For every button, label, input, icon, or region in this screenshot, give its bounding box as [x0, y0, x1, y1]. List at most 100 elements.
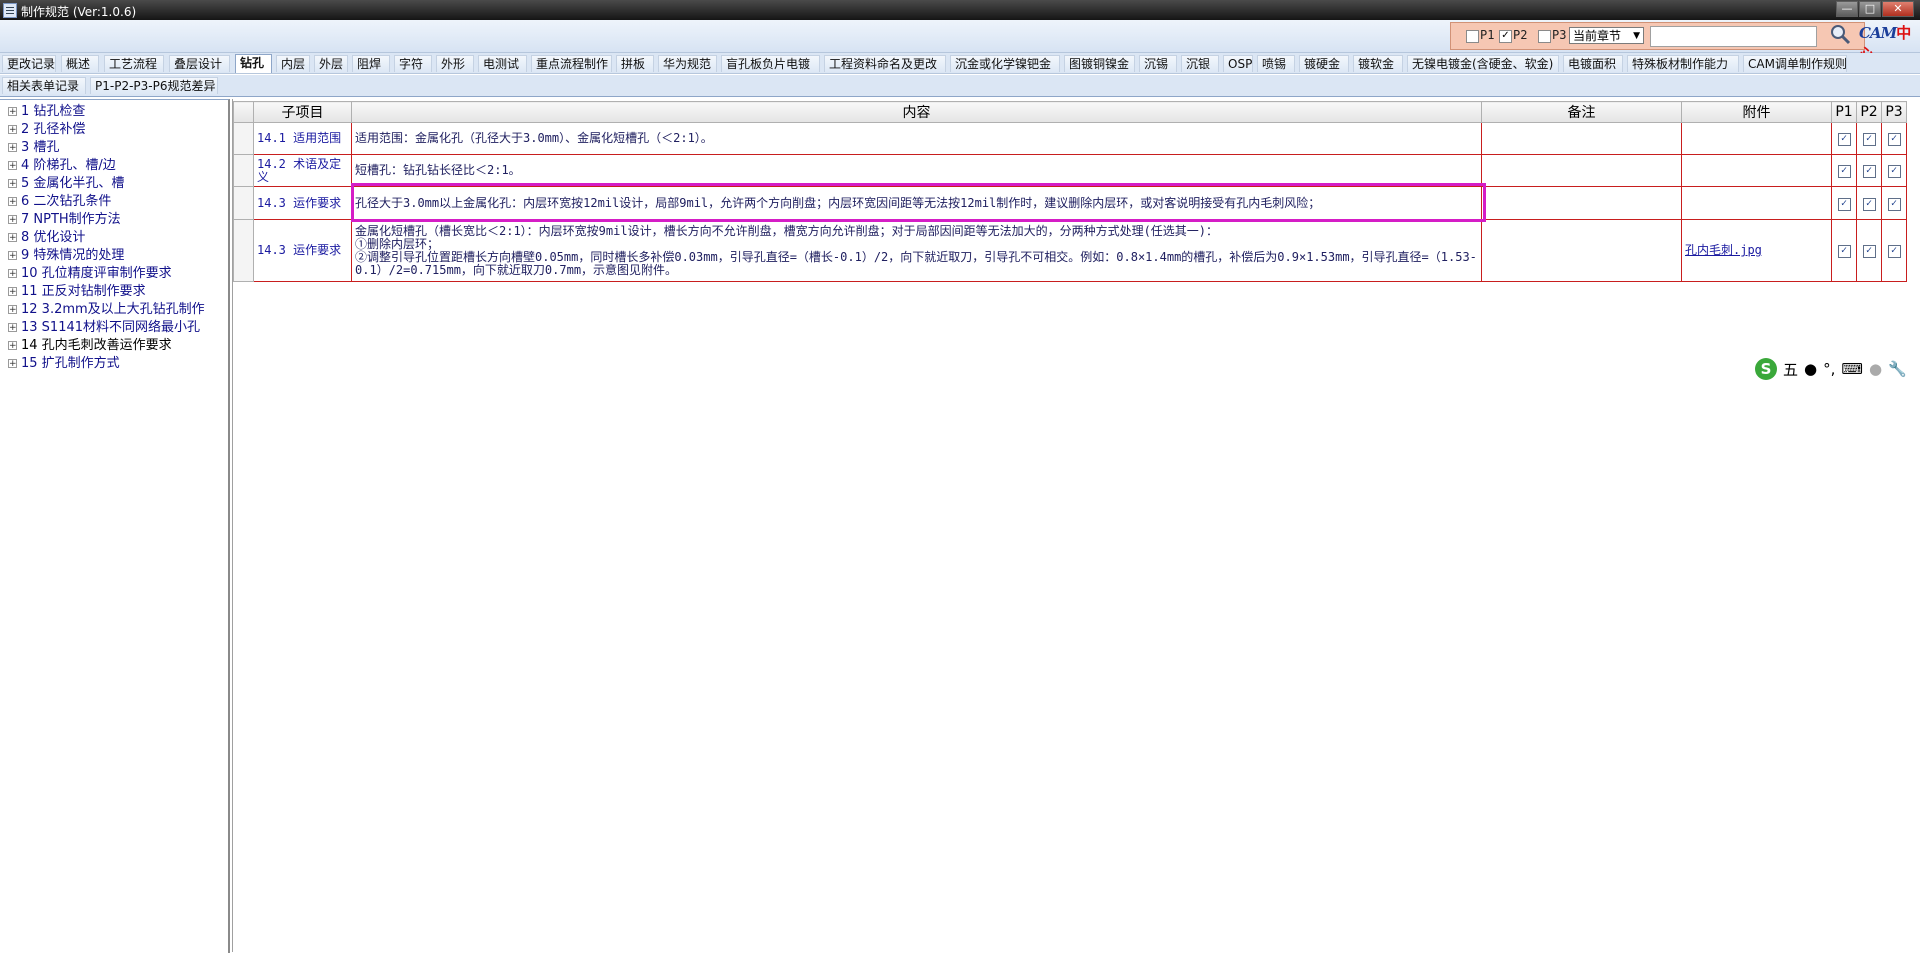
p1-cell[interactable]: ✓ [1831, 122, 1857, 155]
tab-e-test[interactable]: 电测试 [478, 55, 527, 72]
tab-naming[interactable]: 工程资料命名及更改 [824, 55, 946, 72]
tab-overview[interactable]: 概述 [61, 55, 99, 72]
tree-item[interactable]: +6 二次钻孔条件 [8, 193, 111, 210]
tab-change-log[interactable]: 更改记录 [2, 55, 56, 72]
tree-item[interactable]: +1 钻孔检查 [8, 103, 85, 120]
p2-cell[interactable]: ✓ [1856, 219, 1882, 282]
search-input[interactable] [1650, 26, 1817, 47]
p3-cell[interactable]: ✓ [1881, 219, 1907, 282]
expand-icon[interactable]: + [8, 107, 17, 117]
tab-special-material[interactable]: 特殊板材制作能力 [1627, 55, 1739, 72]
table-row[interactable]: 14.2 术语及定义 短槽孔：钻孔钻长径比＜2:1。 ✓ ✓ ✓ [233, 154, 1907, 187]
tab-enig[interactable]: 沉金或化学镍钯金 [950, 55, 1060, 72]
p2-checkbox[interactable]: ✓ [1862, 165, 1876, 178]
tab-form-records[interactable]: 相关表单记录 [2, 77, 86, 94]
p1-checkbox[interactable] [1466, 30, 1479, 43]
maximize-button[interactable]: □ [1859, 1, 1881, 17]
p3-cell[interactable]: ✓ [1881, 122, 1907, 155]
p1-checkbox[interactable]: ✓ [1837, 133, 1851, 146]
tree-item[interactable]: +5 金属化半孔、槽 [8, 175, 124, 192]
table-row[interactable]: 14.3 运作要求 孔径大于3.0mm以上金属化孔：内层环宽按12mil设计，局… [233, 186, 1907, 220]
close-button[interactable]: ✕ [1882, 1, 1914, 17]
expand-icon[interactable]: + [8, 323, 17, 333]
p3-checkbox[interactable] [1538, 30, 1551, 43]
expand-icon[interactable]: + [8, 305, 17, 315]
tree-item[interactable]: +10 孔位精度评审制作要求 [8, 265, 172, 282]
expand-icon[interactable]: + [8, 143, 17, 153]
expand-icon[interactable]: + [8, 287, 17, 297]
p1-checkbox[interactable]: ✓ [1837, 165, 1851, 178]
tree-item[interactable]: +11 正反对钻制作要求 [8, 283, 146, 300]
tab-blind-via-plating[interactable]: 盲孔板负片电镀 [721, 55, 820, 72]
expand-icon[interactable]: + [8, 233, 17, 243]
p2-cell[interactable]: ✓ [1856, 186, 1882, 220]
p3-checkbox[interactable]: ✓ [1887, 197, 1901, 211]
tree-item[interactable]: +9 特殊情况的处理 [8, 247, 124, 264]
p3-cell[interactable]: ✓ [1881, 186, 1907, 220]
p2-checkbox[interactable]: ✓ [1499, 30, 1512, 43]
tab-plating-area[interactable]: 电镀面积 [1563, 55, 1623, 72]
expand-icon[interactable]: + [8, 359, 17, 369]
row-header[interactable] [233, 186, 254, 220]
tab-outer-layer[interactable]: 外层 [314, 55, 348, 72]
expand-icon[interactable]: + [8, 197, 17, 207]
p2-checkbox[interactable]: ✓ [1862, 197, 1876, 211]
search-icon[interactable] [1829, 23, 1851, 45]
p1-cell[interactable]: ✓ [1831, 186, 1857, 220]
minimize-button[interactable]: — [1836, 1, 1858, 17]
wrench-icon[interactable]: 🔧 [1888, 360, 1907, 378]
p3-checkbox[interactable]: ✓ [1887, 133, 1901, 146]
tab-drilling[interactable]: 钻孔 [235, 54, 272, 73]
tree-item[interactable]: +3 槽孔 [8, 139, 59, 156]
tab-spec-diff[interactable]: P1-P2-P3-P6规范差异 [90, 77, 218, 94]
tab-panelization[interactable]: 拼板 [616, 55, 654, 72]
tab-solder-mask[interactable]: 阻焊 [352, 55, 390, 72]
ime-mode-label[interactable]: 五 [1783, 359, 1798, 380]
p2-cell[interactable]: ✓ [1856, 122, 1882, 155]
tab-immersion-silver[interactable]: 沉银 [1181, 55, 1219, 72]
expand-icon[interactable]: + [8, 251, 17, 261]
tab-cam-rules[interactable]: CAM调单制作规则 [1743, 55, 1847, 72]
tree-item[interactable]: +2 孔径补偿 [8, 121, 85, 138]
p1-cell[interactable]: ✓ [1831, 219, 1857, 282]
tree-item[interactable]: +12 3.2mm及以上大孔钻孔制作 [8, 301, 205, 318]
tab-profile[interactable]: 外形 [436, 55, 474, 72]
expand-icon[interactable]: + [8, 125, 17, 135]
tab-inner-layer[interactable]: 内层 [276, 55, 310, 72]
p2-checkbox[interactable]: ✓ [1862, 133, 1876, 146]
p2-cell[interactable]: ✓ [1856, 154, 1882, 187]
row-header[interactable] [233, 219, 254, 282]
user-icon[interactable]: ● [1869, 360, 1882, 378]
select-all-corner[interactable] [233, 101, 254, 123]
tab-hasl[interactable]: 喷锡 [1257, 55, 1295, 72]
moon-icon[interactable]: ● [1804, 360, 1817, 378]
tab-hard-gold[interactable]: 镀硬金 [1299, 55, 1349, 72]
tab-key-process[interactable]: 重点流程制作 [531, 55, 612, 72]
scope-select[interactable]: 当前章节 ▼ [1569, 27, 1644, 44]
p3-checkbox[interactable]: ✓ [1887, 165, 1901, 178]
tab-soft-gold[interactable]: 镀软金 [1353, 55, 1403, 72]
p1-checkbox[interactable]: ✓ [1837, 197, 1851, 211]
tree-item[interactable]: +13 S1141材料不同网络最小孔 [8, 319, 200, 336]
tab-osp[interactable]: OSP [1223, 55, 1253, 72]
expand-icon[interactable]: + [8, 341, 17, 351]
tree-item[interactable]: +7 NPTH制作方法 [8, 211, 121, 228]
expand-icon[interactable]: + [8, 161, 17, 171]
table-row[interactable]: 14.1 适用范围 适用范围：金属化孔（孔径大于3.0mm）、金属化短槽孔（＜2… [233, 122, 1907, 155]
tab-nickel-free-gold[interactable]: 无镍电镀金(含硬金、软金) [1407, 55, 1559, 72]
p2-checkbox[interactable]: ✓ [1862, 245, 1876, 258]
tab-legend[interactable]: 字符 [394, 55, 432, 72]
tree-item-selected[interactable]: +14 孔内毛刺改善运作要求 [8, 337, 172, 354]
p3-cell[interactable]: ✓ [1881, 154, 1907, 187]
expand-icon[interactable]: + [8, 269, 17, 279]
tab-process-flow[interactable]: 工艺流程 [104, 55, 164, 72]
p1-cell[interactable]: ✓ [1831, 154, 1857, 187]
tree-item[interactable]: +4 阶梯孔、槽/边 [8, 157, 116, 174]
keyboard-icon[interactable]: ⌨ [1841, 360, 1863, 378]
tree-item[interactable]: +8 优化设计 [8, 229, 85, 246]
p1-checkbox[interactable]: ✓ [1837, 245, 1851, 258]
tree-item[interactable]: +15 扩孔制作方式 [8, 355, 120, 372]
tab-pattern-plating[interactable]: 图镀铜镍金 [1064, 55, 1135, 72]
sogou-icon[interactable]: S [1755, 358, 1777, 380]
tab-immersion-tin[interactable]: 沉锡 [1139, 55, 1177, 72]
